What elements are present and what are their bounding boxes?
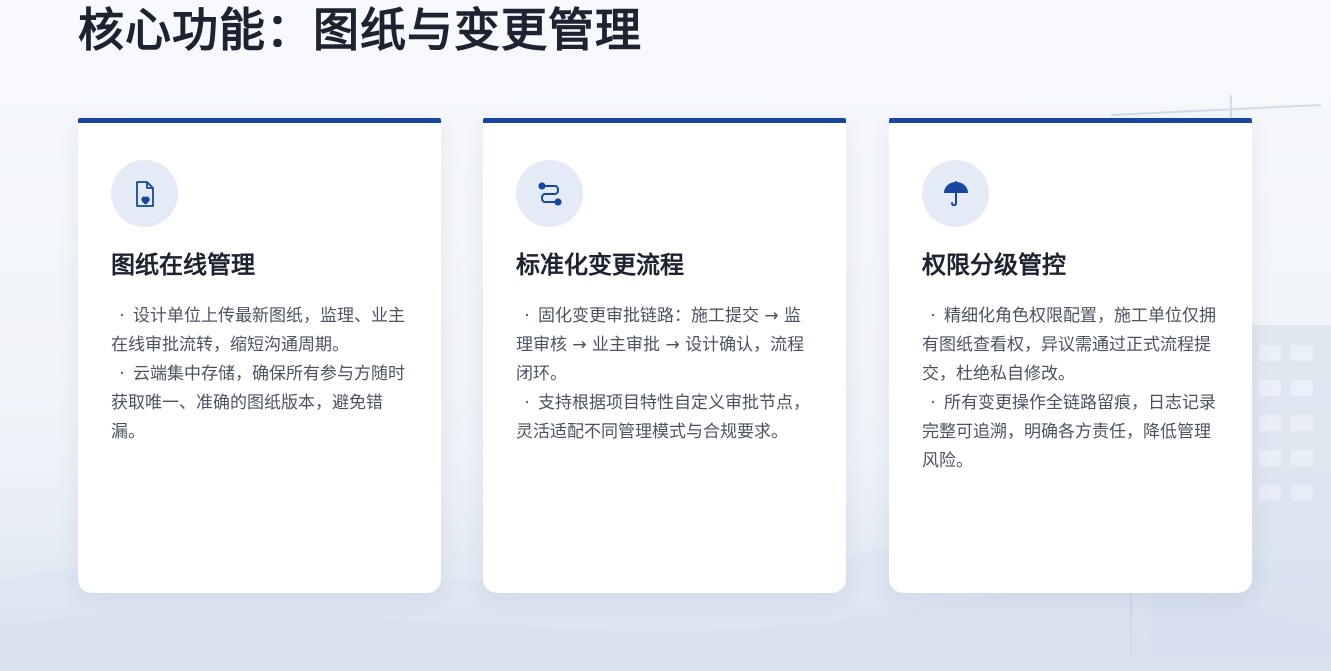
list-item-text: 云端集中存储，确保所有参与方随时获取唯一、准确的图纸版本，避免错漏。 xyxy=(111,364,405,442)
document-heart-icon xyxy=(111,160,178,227)
card-accent-bar xyxy=(483,118,846,123)
feature-card-change-process: 标准化变更流程 · 固化变更审批链路：施工提交 → 监理审核 → 业主审批 → 设… xyxy=(483,118,846,593)
feature-card-drawings: 图纸在线管理 · 设计单位上传最新图纸，监理、业主在线审批流转，缩短沟通周期。 ·… xyxy=(78,118,441,593)
list-item-text: 精细化角色权限配置，施工单位仅拥有图纸查看权，异议需通过正式流程提交，杜绝私自修… xyxy=(922,306,1216,384)
list-item: · 设计单位上传最新图纸，监理、业主在线审批流转，缩短沟通周期。 xyxy=(111,302,413,360)
bullet-icon: · xyxy=(930,306,936,326)
card-bullet-list: · 精细化角色权限配置，施工单位仅拥有图纸查看权，异议需通过正式流程提交，杜绝私自… xyxy=(922,302,1224,476)
list-item: · 所有变更操作全链路留痕，日志记录完整可追溯，明确各方责任，降低管理风险。 xyxy=(922,389,1224,476)
bullet-icon: · xyxy=(930,393,936,413)
card-bullet-list: · 固化变更审批链路：施工提交 → 监理审核 → 业主审批 → 设计确认，流程闭环… xyxy=(516,302,818,447)
card-title: 标准化变更流程 xyxy=(516,251,684,279)
bullet-icon: · xyxy=(119,306,125,326)
card-accent-bar xyxy=(889,118,1252,123)
umbrella-icon xyxy=(922,160,989,227)
page-title: 核心功能：图纸与变更管理 xyxy=(78,3,642,57)
list-item: · 云端集中存储，确保所有参与方随时获取唯一、准确的图纸版本，避免错漏。 xyxy=(111,360,413,447)
bullet-icon: · xyxy=(119,364,125,384)
card-title: 权限分级管控 xyxy=(922,251,1066,279)
workflow-icon xyxy=(516,160,583,227)
card-bullet-list: · 设计单位上传最新图纸，监理、业主在线审批流转，缩短沟通周期。 · 云端集中存储，… xyxy=(111,302,413,447)
list-item-text: 固化变更审批链路：施工提交 → 监理审核 → 业主审批 → 设计确认，流程闭环。 xyxy=(516,306,805,384)
card-accent-bar xyxy=(78,118,441,123)
list-item: · 支持根据项目特性自定义审批节点，灵活适配不同管理模式与合规要求。 xyxy=(516,389,818,447)
list-item-text: 设计单位上传最新图纸，监理、业主在线审批流转，缩短沟通周期。 xyxy=(111,306,405,355)
card-title: 图纸在线管理 xyxy=(111,251,255,279)
list-item-text: 支持根据项目特性自定义审批节点，灵活适配不同管理模式与合规要求。 xyxy=(516,393,810,442)
list-item: · 精细化角色权限配置，施工单位仅拥有图纸查看权，异议需通过正式流程提交，杜绝私自… xyxy=(922,302,1224,389)
feature-card-permissions: 权限分级管控 · 精细化角色权限配置，施工单位仅拥有图纸查看权，异议需通过正式流程… xyxy=(889,118,1252,593)
bullet-icon: · xyxy=(524,306,530,326)
bullet-icon: · xyxy=(524,393,530,413)
list-item: · 固化变更审批链路：施工提交 → 监理审核 → 业主审批 → 设计确认，流程闭环… xyxy=(516,302,818,389)
list-item-text: 所有变更操作全链路留痕，日志记录完整可追溯，明确各方责任，降低管理风险。 xyxy=(922,393,1216,471)
